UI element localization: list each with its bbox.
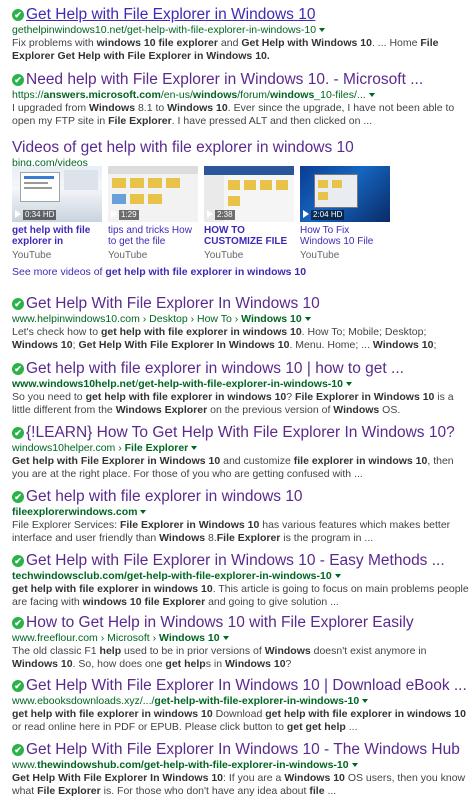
result-title-7[interactable]: ✔ Get Help with File Explorer in Windows … [12,552,470,570]
result-url-7[interactable]: techwindowsclub.com/get-help-with-file-e… [12,570,470,583]
video-card-1[interactable]: 0:34 HD get help with file explorer in w… [12,166,102,262]
caret-down-icon[interactable] [319,28,326,33]
result-2: ✔ Need help with File Explorer in Windows… [12,71,470,128]
result-url-6[interactable]: fileexplorerwindows.com [12,506,470,519]
result-3: ✔ Get Help With File Explorer In Windows … [12,295,470,352]
result-url-2[interactable]: https://answers.microsoft.com/en-us/wind… [12,89,470,102]
play-icon [15,210,21,218]
result-6: ✔ Get help with file explorer in windows … [12,488,470,545]
caret-down-icon[interactable] [345,382,352,387]
result-url-9[interactable]: www.ebooksdownloads.xyz/.../get-help-wit… [12,695,470,708]
video-source: YouTube [204,250,244,261]
video-thumbnail[interactable]: 2:38 [204,166,294,222]
caret-down-icon[interactable] [222,636,229,641]
result-snippet-2: I upgraded from Windows 8.1 to Windows 1… [12,102,455,127]
result-title-1[interactable]: ✔ Get Help with File Explorer in Windows … [12,6,470,24]
result-9: ✔ Get Help With File Explorer In Windows … [12,677,470,734]
check-icon: ✔ [12,74,24,86]
result-snippet-8: The old classic F1 help used to be in pr… [12,645,427,670]
check-icon: ✔ [12,9,24,21]
result-snippet-3: Let's check how to get help with file ex… [12,326,437,351]
caret-down-icon[interactable] [191,446,198,451]
check-icon: ✔ [12,427,24,439]
video-grid: 0:34 HD get help with file explorer in w… [12,166,468,264]
video-thumbnail[interactable]: 0:34 HD [12,166,102,222]
play-icon [207,210,213,218]
result-title-3[interactable]: ✔ Get Help With File Explorer In Windows … [12,295,470,313]
video-source: YouTube [108,250,148,261]
check-icon: ✔ [12,617,24,629]
caret-down-icon[interactable] [368,93,375,98]
result-title-6[interactable]: ✔ Get help with file explorer in windows … [12,488,470,506]
play-icon [303,210,309,218]
video-thumbnail[interactable]: 1:29 [108,166,198,222]
video-thumbnail[interactable]: 2:04 HD [300,166,390,222]
result-snippet-10: Get Help With File Explorer In Windows 1… [12,772,466,797]
video-title[interactable]: get help with file explorer in windows [12,225,102,247]
result-snippet-9: get help with file explorer in windows 1… [12,708,466,733]
result-7: ✔ Get Help with File Explorer in Windows … [12,552,470,609]
result-title-9[interactable]: ✔ Get Help With File Explorer In Windows … [12,677,470,695]
result-snippet-5: Get help with File Explorer in Windows 1… [12,455,454,480]
caret-down-icon[interactable] [362,699,369,704]
result-snippet-7: get help with file explorer in windows 1… [12,583,469,608]
video-title[interactable]: tips and tricks How to get the file expl… [108,225,198,247]
see-more-videos-link[interactable]: See more videos of get help with file ex… [12,266,306,278]
result-url-4[interactable]: www.windows10help.net/get-help-with-file… [12,378,470,391]
check-icon: ✔ [12,555,24,567]
result-title-2[interactable]: ✔ Need help with File Explorer in Windows… [12,71,470,89]
video-card-2[interactable]: 1:29 tips and tricks How to get the file… [108,166,198,262]
result-snippet-1: Fix problems with windows 10 file explor… [12,37,439,62]
result-url-5[interactable]: windows10helper.com › File Explorer [12,442,470,455]
play-icon [111,210,117,218]
result-url-8[interactable]: www.freeflour.com › Microsoft › Windows … [12,632,470,645]
video-card-4[interactable]: 2:04 HD How To Fix Windows 10 File Explo… [300,166,390,262]
check-icon: ✔ [12,298,24,310]
result-1: ✔ Get Help with File Explorer in Windows … [12,6,470,63]
result-title-4[interactable]: ✔ Get help with file explorer in windows … [12,360,470,378]
check-icon: ✔ [12,680,24,692]
check-icon: ✔ [12,744,24,756]
result-5: ✔ {!LEARN} How To Get Help With File Expl… [12,424,470,481]
video-source: YouTube [300,250,340,261]
result-url-3[interactable]: www.helpinwindows10.com › Desktop › How … [12,313,470,326]
result-10: ✔ Get Help With File Explorer In Windows … [12,741,470,798]
video-heading[interactable]: Videos of get help with file explorer in… [12,139,470,157]
caret-down-icon[interactable] [140,510,147,515]
check-icon: ✔ [12,363,24,375]
check-icon: ✔ [12,491,24,503]
caret-down-icon[interactable] [351,763,358,768]
result-8: ✔ How to Get Help in Windows 10 with File… [12,614,470,671]
video-source: YouTube [12,250,52,261]
caret-down-icon[interactable] [334,574,341,579]
result-url-1[interactable]: gethelpinwindows10.net/get-help-with-fil… [12,24,470,37]
result-snippet-4: So you need to get help with file explor… [12,391,454,416]
result-title-10[interactable]: ✔ Get Help With File Explorer In Windows … [12,741,470,759]
result-snippet-6: File Explorer Services: File Explorer in… [12,519,451,544]
video-card-3[interactable]: 2:38 HOW TO CUSTOMIZE FILE EXPLORER IN Y… [204,166,294,262]
video-title[interactable]: HOW TO CUSTOMIZE FILE EXPLORER IN [204,225,294,247]
result-url-10[interactable]: www.thewindowshub.com/get-help-with-file… [12,759,470,772]
result-title-8[interactable]: ✔ How to Get Help in Windows 10 with File… [12,614,470,632]
result-title-5[interactable]: ✔ {!LEARN} How To Get Help With File Expl… [12,424,470,442]
video-title[interactable]: How To Fix Windows 10 File Explorer [300,225,390,247]
result-4: ✔ Get help with file explorer in windows … [12,360,470,417]
caret-down-icon[interactable] [304,317,311,322]
